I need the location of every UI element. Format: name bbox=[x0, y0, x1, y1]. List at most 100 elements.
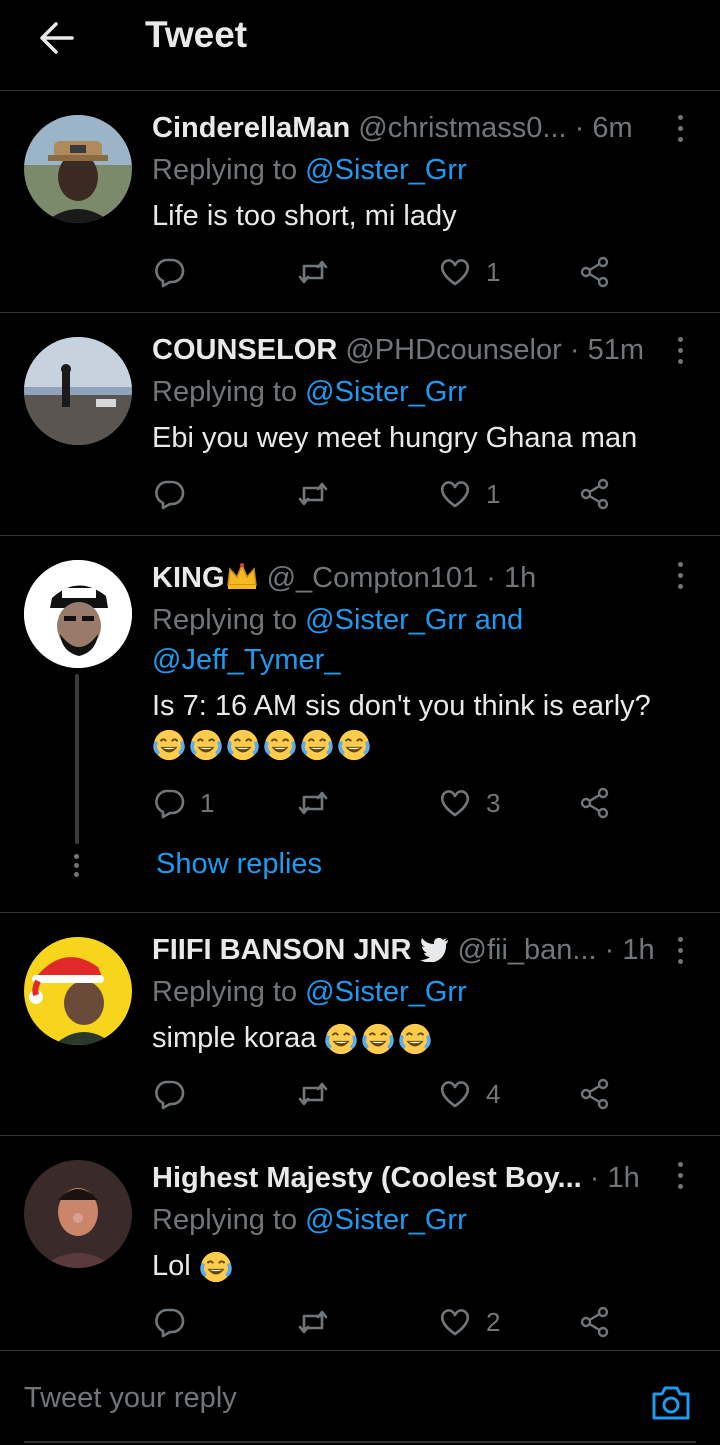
avatar[interactable] bbox=[24, 115, 132, 223]
avatar[interactable] bbox=[24, 937, 132, 1045]
like-count: 3 bbox=[486, 787, 501, 818]
like-button[interactable]: 1 bbox=[438, 254, 500, 290]
reply-button[interactable]: 1 bbox=[152, 785, 214, 821]
tweet-card[interactable]: CinderellaMan @christmass0... · 6m Reply… bbox=[0, 91, 720, 312]
separator: · bbox=[604, 934, 615, 966]
share-button[interactable] bbox=[578, 254, 612, 290]
tweet-card[interactable]: COUNSELOR @PHDcounselor · 51m Replying t… bbox=[0, 313, 720, 535]
tweet-text: Is 7: 16 AM sis don't you think is early… bbox=[152, 690, 651, 722]
retweet-button[interactable] bbox=[296, 254, 344, 290]
tweet-card[interactable]: KING @_Compton101 · 1h Replying to @Sist… bbox=[0, 536, 720, 912]
separator: · bbox=[589, 1162, 600, 1194]
handle[interactable]: @fii_ban... bbox=[458, 934, 597, 966]
twitter-bird-icon bbox=[420, 937, 449, 963]
mention-link[interactable]: @Sister_Grr bbox=[305, 976, 467, 1008]
retweet-button[interactable] bbox=[296, 1076, 344, 1112]
share-button[interactable] bbox=[578, 1076, 612, 1112]
heart-icon bbox=[440, 259, 470, 286]
display-name[interactable]: Highest Majesty (Coolest Boy... bbox=[152, 1162, 582, 1194]
tweet-actions: 2 bbox=[152, 1304, 632, 1340]
replying-to-label: Replying to bbox=[152, 1204, 306, 1236]
retweet-button[interactable] bbox=[296, 1304, 344, 1340]
avatar[interactable] bbox=[24, 560, 132, 668]
reply-button[interactable] bbox=[152, 476, 200, 512]
display-name[interactable]: KING bbox=[152, 562, 225, 594]
reply-icon bbox=[155, 480, 185, 510]
more-options-button[interactable] bbox=[670, 1162, 690, 1192]
more-options-button[interactable] bbox=[670, 337, 690, 367]
tweet-meta: COUNSELOR @PHDcounselor · 51m bbox=[152, 332, 644, 368]
mention-link[interactable]: @Sister_Grr bbox=[305, 154, 467, 186]
mention-link[interactable]: @Sister_Grr bbox=[305, 376, 467, 408]
reply-count: 1 bbox=[200, 787, 215, 818]
thread-connector bbox=[75, 674, 79, 844]
like-count: 4 bbox=[486, 1078, 501, 1109]
reply-input[interactable]: Tweet your reply bbox=[24, 1382, 237, 1415]
timestamp[interactable]: 1h bbox=[504, 562, 536, 594]
camera-button[interactable] bbox=[650, 1382, 692, 1424]
reply-composer: Tweet your reply bbox=[0, 1350, 720, 1445]
display-name[interactable]: FIIFI BANSON JNR bbox=[152, 934, 411, 966]
retweet-icon bbox=[298, 791, 328, 815]
mention-link[interactable]: @Sister_Grr bbox=[305, 1204, 467, 1236]
reply-icon bbox=[155, 1308, 185, 1338]
retweet-button[interactable] bbox=[296, 476, 344, 512]
replying-to-label: Replying to bbox=[152, 604, 306, 636]
mention-link[interactable]: @Sister_Grr bbox=[305, 604, 467, 636]
share-icon bbox=[580, 1078, 609, 1110]
arrow-left-icon bbox=[40, 22, 74, 54]
more-options-button[interactable] bbox=[670, 115, 690, 145]
tears-of-joy-emoji bbox=[199, 1250, 233, 1284]
like-count: 1 bbox=[486, 256, 501, 287]
display-name[interactable]: CinderellaMan bbox=[152, 112, 350, 144]
tweet-meta: FIIFI BANSON JNR @fii_ban... · 1h bbox=[152, 932, 655, 968]
reply-button[interactable] bbox=[152, 1076, 200, 1112]
tears-of-joy-emoji bbox=[337, 728, 371, 762]
reply-button[interactable] bbox=[152, 254, 200, 290]
share-icon bbox=[580, 1306, 609, 1338]
replying-to-and: and bbox=[466, 604, 524, 636]
handle[interactable]: @PHDcounselor bbox=[345, 334, 561, 366]
like-button[interactable]: 4 bbox=[438, 1076, 500, 1112]
mention-link[interactable]: @Jeff_Tymer_ bbox=[152, 644, 340, 676]
timestamp[interactable]: 1h bbox=[608, 1162, 640, 1194]
avatar[interactable] bbox=[24, 337, 132, 445]
share-button[interactable] bbox=[578, 1304, 612, 1340]
tweet-text: Ebi you wey meet hungry Ghana man bbox=[152, 422, 638, 454]
emoji-row bbox=[199, 1250, 236, 1284]
retweet-button[interactable] bbox=[296, 785, 344, 821]
avatar[interactable] bbox=[24, 1160, 132, 1268]
like-button[interactable]: 1 bbox=[438, 476, 500, 512]
tweet-actions: 4 bbox=[152, 1076, 632, 1112]
tears-of-joy-emoji bbox=[361, 1022, 395, 1056]
separator: · bbox=[574, 112, 585, 144]
handle[interactable]: @christmass0... bbox=[358, 112, 566, 144]
crown-emoji bbox=[226, 563, 257, 589]
separator: · bbox=[569, 334, 580, 366]
tweet-card[interactable]: Highest Majesty (Coolest Boy... · 1h Rep… bbox=[0, 1136, 720, 1350]
replying-to-continued: @Jeff_Tymer_ bbox=[152, 640, 340, 680]
replying-to: Replying to @Sister_Grr bbox=[152, 972, 467, 1012]
heart-icon bbox=[440, 790, 470, 817]
more-options-button[interactable] bbox=[670, 937, 690, 967]
thread-dots bbox=[74, 854, 80, 881]
tears-of-joy-emoji bbox=[152, 728, 186, 762]
timestamp[interactable]: 6m bbox=[592, 112, 632, 144]
tweet-text: simple koraa bbox=[152, 1018, 435, 1058]
timestamp[interactable]: 51m bbox=[588, 334, 644, 366]
tears-of-joy-emoji bbox=[263, 728, 297, 762]
like-button[interactable]: 2 bbox=[438, 1304, 500, 1340]
share-button[interactable] bbox=[578, 476, 612, 512]
tweet-card[interactable]: FIIFI BANSON JNR @fii_ban... · 1h Replyi… bbox=[0, 913, 720, 1135]
timestamp[interactable]: 1h bbox=[622, 934, 654, 966]
show-replies-link[interactable]: Show replies bbox=[156, 848, 322, 881]
more-options-button[interactable] bbox=[670, 562, 690, 592]
like-button[interactable]: 3 bbox=[438, 785, 500, 821]
handle[interactable]: @_Compton101 bbox=[267, 562, 479, 594]
replying-to-label: Replying to bbox=[152, 376, 306, 408]
display-name[interactable]: COUNSELOR bbox=[152, 334, 337, 366]
back-button[interactable] bbox=[36, 18, 76, 58]
share-button[interactable] bbox=[578, 785, 612, 821]
reply-button[interactable] bbox=[152, 1304, 200, 1340]
tweet-text-body: simple koraa bbox=[152, 1022, 317, 1054]
